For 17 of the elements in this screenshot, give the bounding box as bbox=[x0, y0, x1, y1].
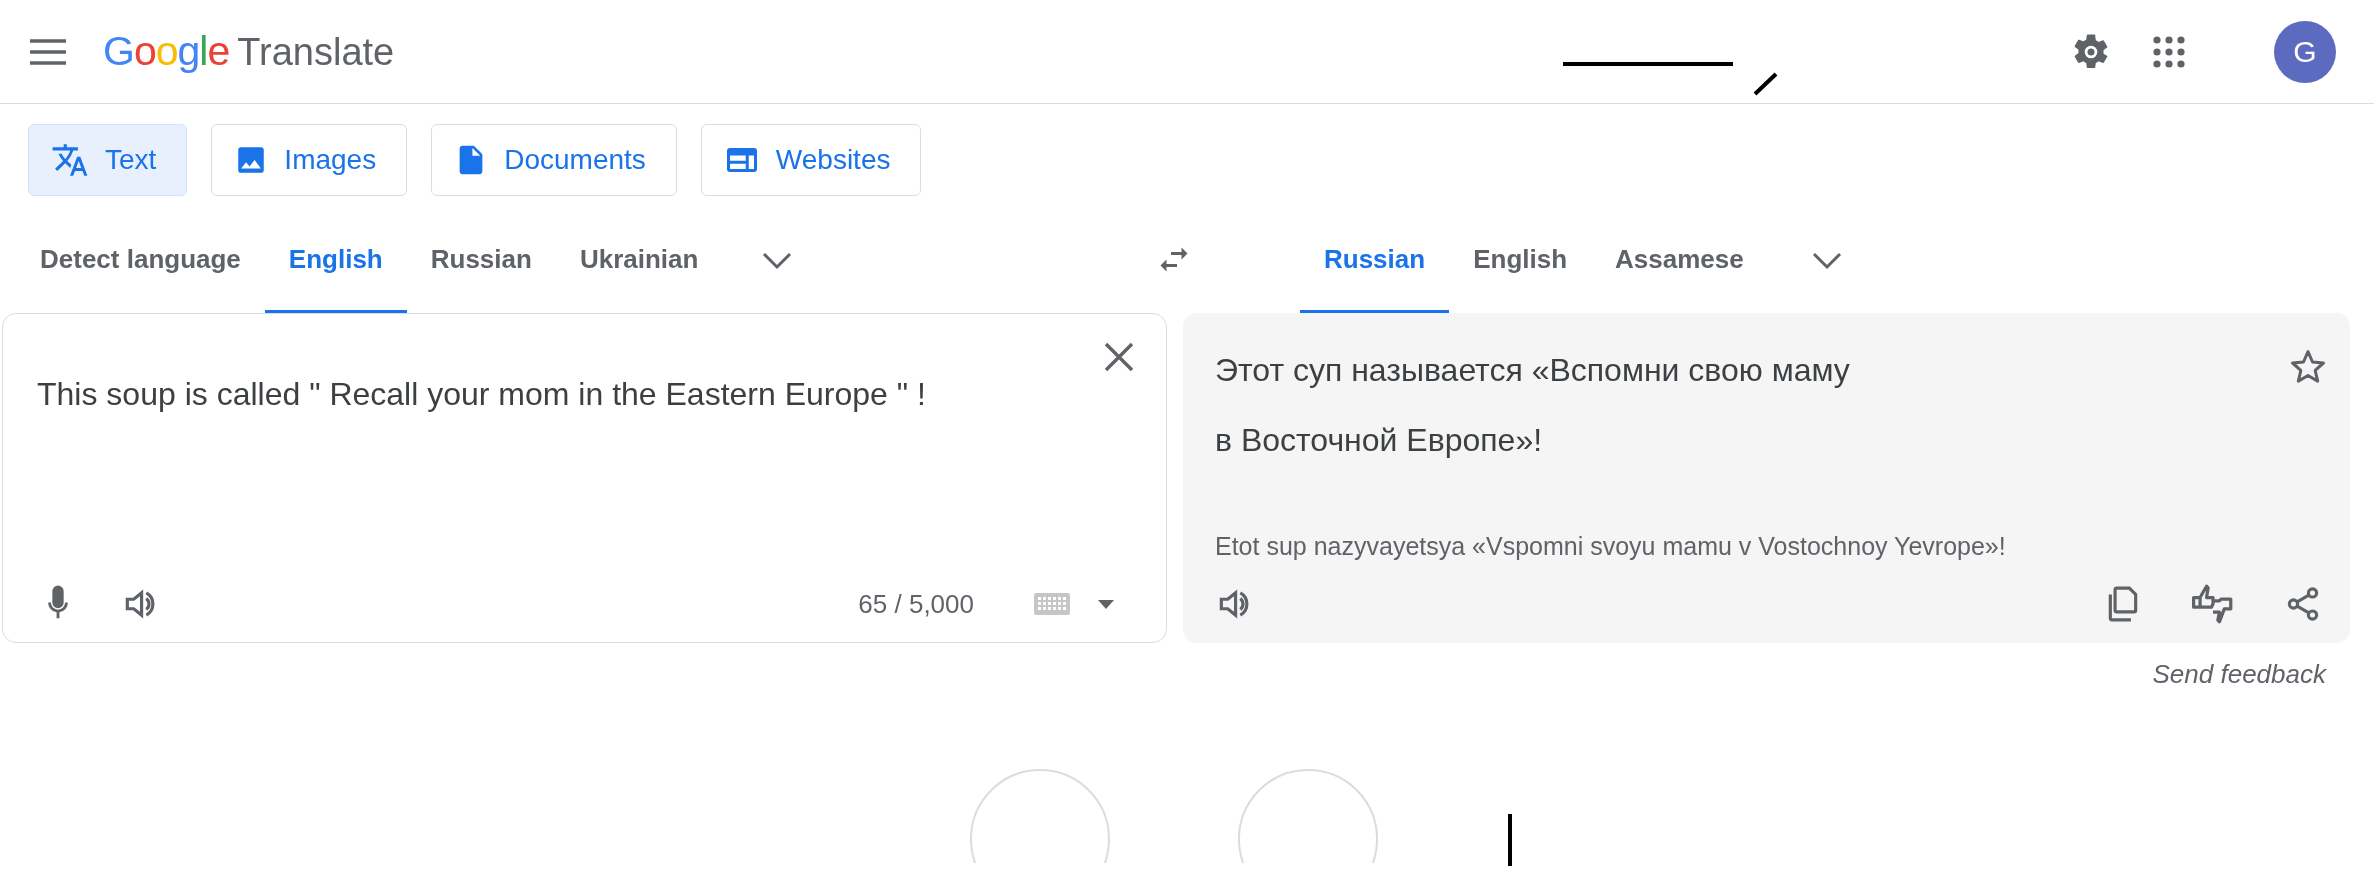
source-text-field[interactable]: This soup is called " Recall your mom in the Eastern Europe " ! bbox=[37, 342, 1084, 418]
mode-tab[interactable]: Websites bbox=[700, 124, 922, 196]
language-tab[interactable]: Russian bbox=[406, 209, 556, 313]
language-tab[interactable]: Assamese bbox=[1591, 209, 1768, 313]
character-count: 65 / 5,000 bbox=[858, 588, 974, 620]
send-feedback-link[interactable]: Send feedback bbox=[2152, 659, 2326, 690]
avatar[interactable]: G bbox=[2274, 20, 2336, 83]
product-name: Translate bbox=[237, 31, 395, 74]
language-tab[interactable]: English bbox=[1449, 209, 1592, 313]
mode-tab[interactable]: Images bbox=[211, 124, 408, 196]
language-tab[interactable]: Ukrainian bbox=[555, 209, 723, 313]
mode-tab[interactable]: Documents bbox=[431, 124, 677, 196]
logo-wordmark: Google bbox=[103, 28, 230, 75]
translation-text: Этот суп называется «Вспомни свою маму в Восточной Европе»! bbox=[1215, 351, 1851, 460]
mode-tab[interactable]: Text bbox=[28, 124, 188, 196]
language-tab[interactable]: Detect language bbox=[16, 209, 265, 313]
transliteration-text: Etot sup nazyvayetsya «Vspomni svoyu mamu v Vostochnoy Yevrope»! bbox=[1215, 532, 2007, 561]
